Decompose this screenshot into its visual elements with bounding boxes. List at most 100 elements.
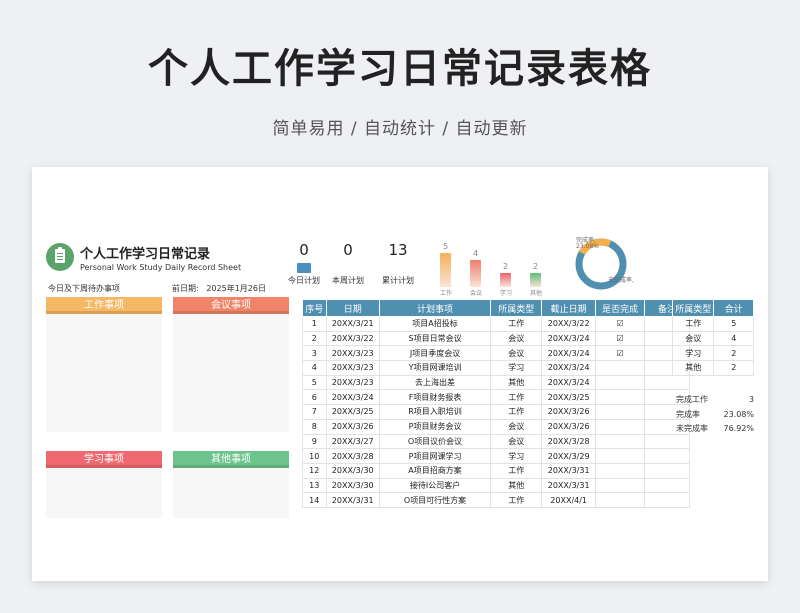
table-cell[interactable]: 工作 <box>490 316 543 332</box>
table-cell[interactable]: 工作 <box>490 462 543 479</box>
completion-checkbox[interactable] <box>594 404 646 420</box>
table-row[interactable]: 3 20XX/3/23 J项目季度会议 会议 20XX/3/24 ☑ <box>302 345 690 362</box>
table-cell[interactable]: 1 <box>302 316 327 332</box>
completion-checkbox[interactable] <box>594 448 646 464</box>
table-header-cell[interactable]: 截止日期 <box>541 299 596 317</box>
table-header-cell[interactable]: 日期 <box>325 299 380 317</box>
table-cell[interactable]: 工作 <box>490 492 543 508</box>
table-cell[interactable]: 2 <box>302 330 327 347</box>
table-cell[interactable]: 学习 <box>490 360 543 376</box>
table-cell[interactable]: 20XX/3/24 <box>541 360 596 376</box>
table-cell[interactable]: 20XX/3/30 <box>325 462 380 479</box>
table-cell[interactable]: 8 <box>302 418 327 435</box>
table-cell[interactable]: 20XX/3/25 <box>541 389 596 406</box>
table-cell[interactable]: 会议 <box>490 418 543 435</box>
table-row[interactable]: 10 20XX/3/28 P项目网课学习 学习 20XX/3/29 <box>302 448 690 464</box>
table-row[interactable]: 5 20XX/3/23 去上海出差 其他 20XX/3/24 <box>302 374 690 391</box>
table-cell[interactable] <box>644 448 690 464</box>
table-cell[interactable]: P项目网课学习 <box>378 448 492 464</box>
table-cell[interactable]: 20XX/3/21 <box>325 316 380 332</box>
table-cell[interactable]: 去上海出差 <box>378 374 492 391</box>
table-cell[interactable]: 会议 <box>490 330 543 347</box>
table-cell[interactable]: Y项目网课培训 <box>378 360 492 376</box>
table-cell[interactable]: 12 <box>302 462 327 479</box>
category-meeting-body[interactable] <box>173 314 289 432</box>
table-cell[interactable]: 其他 <box>490 477 543 494</box>
table-cell[interactable]: 20XX/4/1 <box>541 492 596 508</box>
table-row[interactable]: 1 20XX/3/21 项目A招投标 工作 20XX/3/22 ☑ <box>302 316 690 332</box>
table-cell[interactable]: 工作 <box>490 389 543 406</box>
table-cell[interactable]: 会议 <box>490 433 543 450</box>
table-cell[interactable]: 20XX/3/23 <box>325 360 380 376</box>
table-cell[interactable]: 20XX/3/26 <box>541 418 596 435</box>
table-cell[interactable]: 20XX/3/25 <box>325 404 380 420</box>
table-cell[interactable]: S项目日常会议 <box>378 330 492 347</box>
table-cell[interactable]: 7 <box>302 404 327 420</box>
completion-checkbox[interactable]: ☑ <box>594 316 646 332</box>
table-cell[interactable]: 20XX/3/29 <box>541 448 596 464</box>
table-cell[interactable]: 20XX/3/31 <box>325 492 380 508</box>
table-row[interactable]: 6 20XX/3/24 F项目财务报表 工作 20XX/3/25 <box>302 389 690 406</box>
table-row[interactable]: 8 20XX/3/26 P项目财务会议 会议 20XX/3/26 <box>302 418 690 435</box>
table-cell[interactable]: 20XX/3/30 <box>325 477 380 494</box>
table-cell[interactable]: A项目招商方案 <box>378 462 492 479</box>
table-cell[interactable]: 6 <box>302 389 327 406</box>
table-row[interactable]: 2 20XX/3/22 S项目日常会议 会议 20XX/3/24 ☑ <box>302 330 690 347</box>
table-cell[interactable] <box>644 374 690 391</box>
table-row[interactable]: 9 20XX/3/27 O项目议价会议 会议 20XX/3/28 <box>302 433 690 450</box>
table-row[interactable]: 7 20XX/3/25 R项目入职培训 工作 20XX/3/26 <box>302 404 690 420</box>
category-work-body[interactable] <box>46 314 162 432</box>
completion-checkbox[interactable] <box>594 492 646 508</box>
table-cell[interactable]: O项目可行性方案 <box>378 492 492 508</box>
table-cell[interactable]: 20XX/3/24 <box>541 374 596 391</box>
table-cell[interactable]: 20XX/3/28 <box>325 448 380 464</box>
table-cell[interactable]: 5 <box>302 374 327 391</box>
table-cell[interactable]: 20XX/3/31 <box>541 462 596 479</box>
table-cell[interactable]: 20XX/3/24 <box>541 330 596 347</box>
table-header-cell[interactable]: 计划事项 <box>378 299 492 317</box>
table-cell[interactable]: 20XX/3/22 <box>325 330 380 347</box>
table-cell[interactable]: F项目财务报表 <box>378 389 492 406</box>
table-cell[interactable]: 14 <box>302 492 327 508</box>
table-cell[interactable]: 20XX/3/31 <box>541 477 596 494</box>
completion-checkbox[interactable] <box>594 433 646 450</box>
table-cell[interactable] <box>644 477 690 494</box>
table-cell[interactable]: J项目季度会议 <box>378 345 492 362</box>
table-cell[interactable]: 20XX/3/23 <box>325 374 380 391</box>
table-cell[interactable]: 9 <box>302 433 327 450</box>
table-cell[interactable] <box>644 492 690 508</box>
table-row[interactable]: 13 20XX/3/30 接待I公司客户 其他 20XX/3/31 <box>302 477 690 494</box>
table-header-cell[interactable]: 所属类型 <box>490 299 543 317</box>
table-cell[interactable]: 学习 <box>490 448 543 464</box>
completion-checkbox[interactable]: ☑ <box>594 330 646 347</box>
table-cell[interactable]: 20XX/3/26 <box>325 418 380 435</box>
completion-checkbox[interactable] <box>594 477 646 494</box>
table-cell[interactable]: 项目A招投标 <box>378 316 492 332</box>
table-cell[interactable]: 3 <box>302 345 327 362</box>
table-header-cell[interactable]: 序号 <box>302 299 327 317</box>
table-cell[interactable]: P项目财务会议 <box>378 418 492 435</box>
category-other-body[interactable] <box>173 468 289 518</box>
table-cell[interactable]: 20XX/3/23 <box>325 345 380 362</box>
table-cell[interactable]: 其他 <box>490 374 543 391</box>
table-cell[interactable]: 20XX/3/27 <box>325 433 380 450</box>
table-cell[interactable] <box>644 462 690 479</box>
table-header-cell[interactable]: 是否完成 <box>594 299 646 317</box>
table-row[interactable]: 4 20XX/3/23 Y项目网课培训 学习 20XX/3/24 <box>302 360 690 376</box>
table-cell[interactable]: 10 <box>302 448 327 464</box>
completion-checkbox[interactable] <box>594 360 646 376</box>
table-cell[interactable]: O项目议价会议 <box>378 433 492 450</box>
table-cell[interactable]: 20XX/3/26 <box>541 404 596 420</box>
table-cell[interactable]: 13 <box>302 477 327 494</box>
category-study-body[interactable] <box>46 468 162 518</box>
table-cell[interactable]: 4 <box>302 360 327 376</box>
table-row[interactable]: 12 20XX/3/30 A项目招商方案 工作 20XX/3/31 <box>302 462 690 479</box>
table-row[interactable]: 14 20XX/3/31 O项目可行性方案 工作 20XX/4/1 <box>302 492 690 508</box>
table-cell[interactable]: 会议 <box>490 345 543 362</box>
completion-checkbox[interactable] <box>594 389 646 406</box>
table-cell[interactable]: 20XX/3/24 <box>541 345 596 362</box>
table-cell[interactable]: 接待I公司客户 <box>378 477 492 494</box>
completion-checkbox[interactable]: ☑ <box>594 345 646 362</box>
table-cell[interactable]: 20XX/3/28 <box>541 433 596 450</box>
table-cell[interactable]: 20XX/3/22 <box>541 316 596 332</box>
